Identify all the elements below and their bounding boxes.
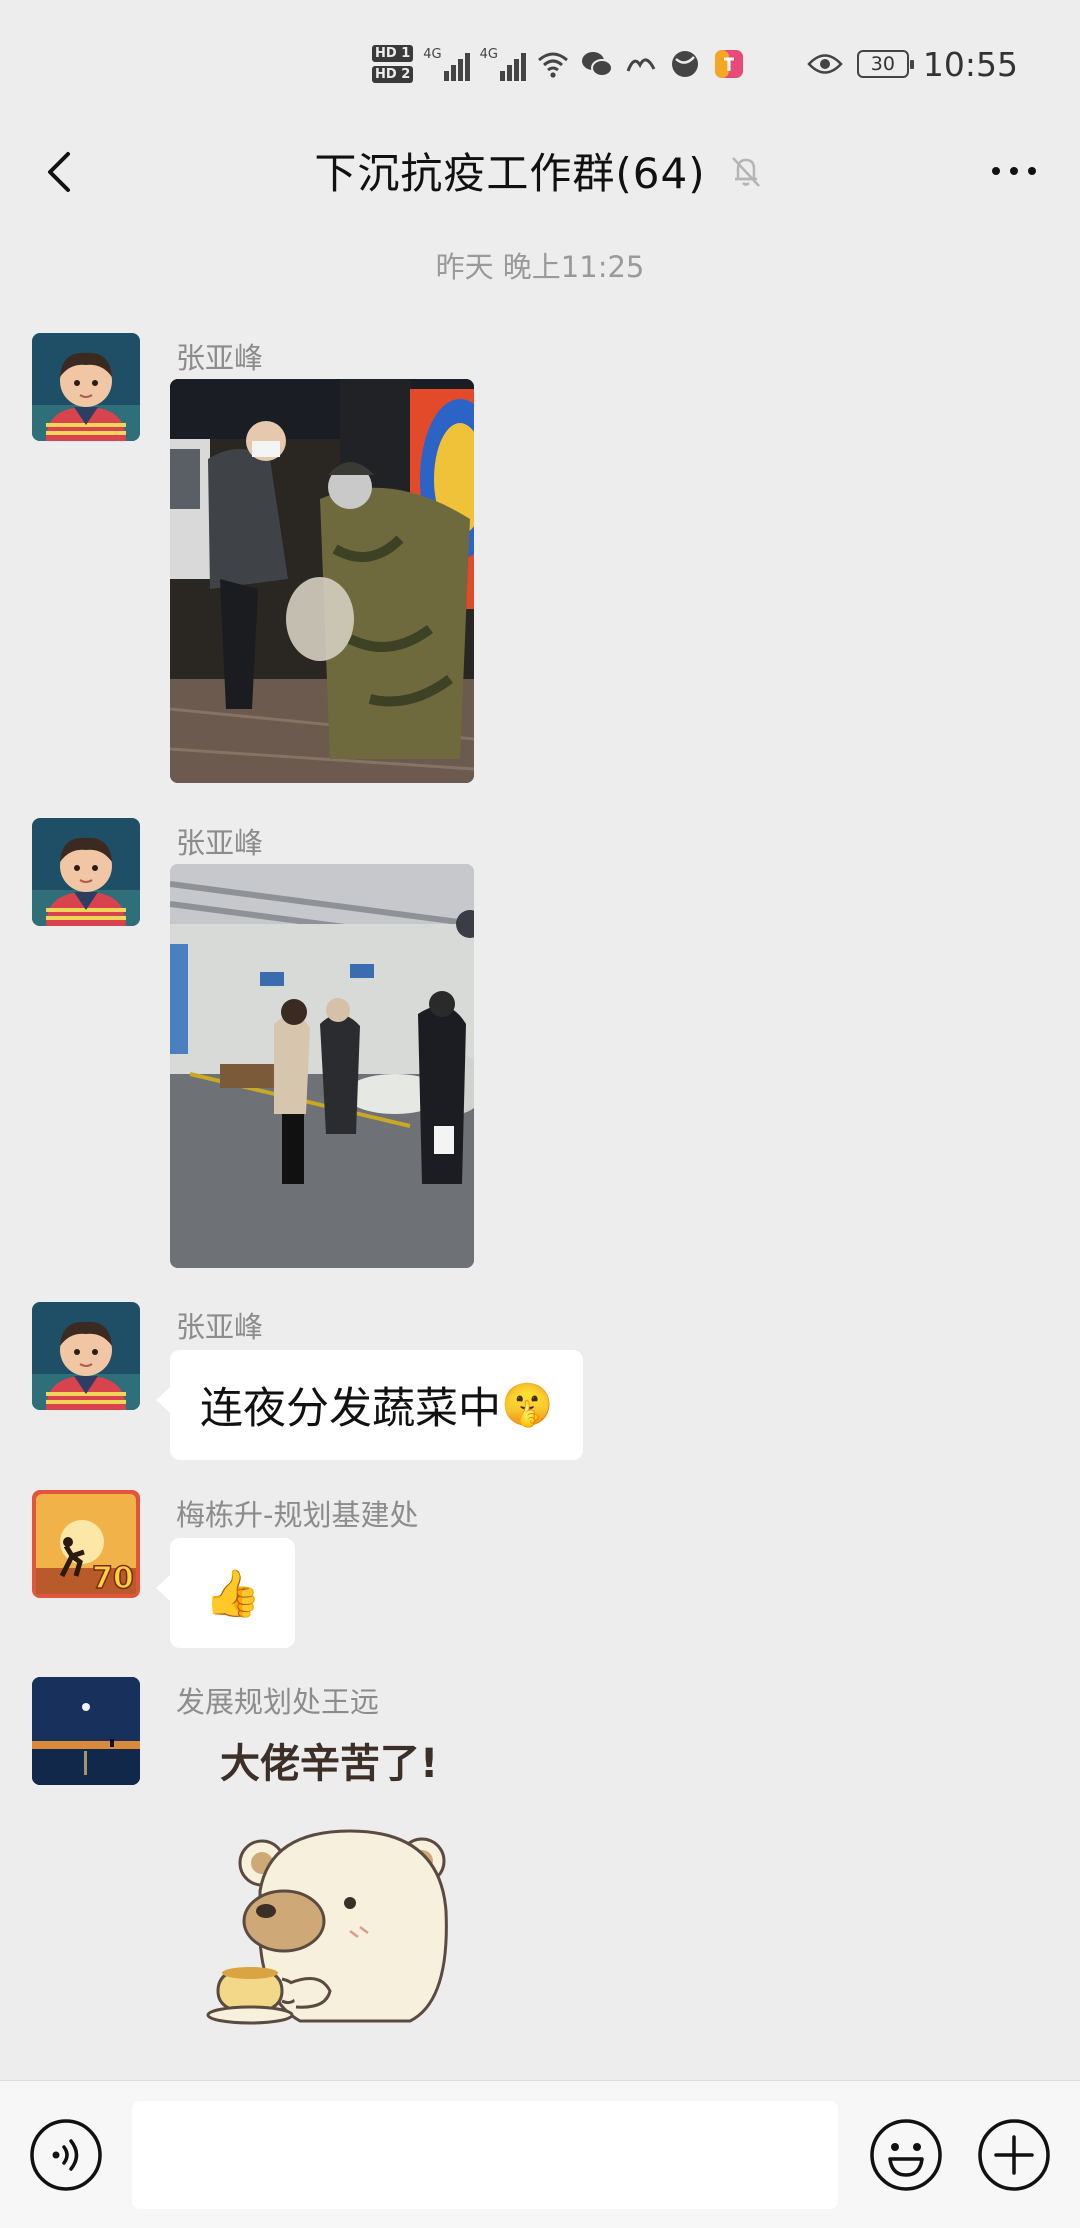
avatar[interactable]	[32, 1677, 140, 1785]
thumbs-up-icon: 👍	[204, 1565, 262, 1620]
runner-sunset-avatar-image: 70	[32, 1490, 140, 1598]
plus-icon[interactable]	[976, 2117, 1052, 2193]
hd2-badge: HD 2	[372, 66, 414, 83]
text-bubble[interactable]: 连夜分发蔬菜中 🤫	[155, 1350, 584, 1460]
child-avatar-image	[32, 818, 140, 926]
child-avatar-image	[32, 333, 140, 441]
message-text: 连夜分发蔬菜中	[200, 1384, 501, 1434]
sender-name: 发展规划处王远	[176, 1685, 380, 1719]
status-time: 10:55	[922, 44, 1018, 84]
message-item: 张亚峰	[0, 333, 1080, 793]
sender-name: 张亚峰	[176, 826, 264, 860]
emoji-icon[interactable]	[868, 2117, 944, 2193]
thumbs-up-bubble[interactable]: 👍	[155, 1538, 296, 1648]
svg-text:70: 70	[92, 1561, 134, 1596]
bear-tea-sticker[interactable]: 大佬辛苦了!	[200, 1721, 500, 2031]
bear-sticker-image: 大佬辛苦了!	[206, 1741, 448, 2025]
wifi-icon	[537, 52, 568, 78]
avatar[interactable]	[32, 818, 140, 926]
sender-name: 张亚峰	[176, 1310, 264, 1344]
status-right: 30 10:55	[807, 34, 1018, 94]
sender-name: 张亚峰	[176, 341, 264, 375]
status-bar: HD 1 HD 2 4G 4G 30 10:55	[0, 0, 1080, 126]
vegetable-handover-photo	[170, 379, 474, 783]
signal-1-icon: 4G	[423, 47, 470, 81]
avatar[interactable]	[32, 1302, 140, 1410]
message-input[interactable]	[132, 2101, 838, 2209]
chat-title-wrap: 下沉抗疫工作群(64)	[0, 140, 1080, 201]
colorful-app-icon	[714, 50, 743, 78]
hd1-badge: HD 1	[372, 45, 414, 62]
hd-badges: HD 1 HD 2	[372, 45, 414, 83]
garage-distribution-photo	[170, 864, 474, 1268]
child-avatar-image	[32, 1302, 140, 1410]
net1-label: 4G	[423, 47, 442, 62]
avatar[interactable]	[32, 333, 140, 441]
eye-comfort-icon	[807, 54, 843, 74]
message-item: 张亚峰	[0, 818, 1080, 1278]
avatar[interactable]: 70	[32, 1490, 140, 1598]
chat-photo[interactable]	[170, 379, 474, 783]
study-app-icon	[626, 58, 656, 72]
emoji-shush: 🤫	[501, 1380, 554, 1429]
wechat-icon	[581, 52, 613, 77]
message-item: 张亚峰 连夜分发蔬菜中 🤫	[0, 1302, 1080, 1462]
net2-label: 4G	[479, 47, 498, 62]
more-options-icon[interactable]	[984, 146, 1044, 196]
browser-icon	[671, 51, 698, 77]
message-item: 70 梅栋升-规划基建处 👍	[0, 1490, 1080, 1650]
voice-input-icon[interactable]	[28, 2117, 104, 2193]
battery-indicator: 30	[856, 50, 914, 78]
status-left: HD 1 HD 2 4G 4G	[372, 34, 746, 94]
nav-bar: 下沉抗疫工作群(64)	[0, 126, 1080, 216]
chat-timestamp: 昨天 晚上11:25	[435, 250, 645, 284]
sender-name: 梅栋升-规划基建处	[176, 1498, 419, 1532]
chat-screen: HD 1 HD 2 4G 4G 30 10:55 下沉抗疫工作群(64) 昨天 …	[0, 0, 1080, 2228]
message-item: 发展规划处王远 大佬辛苦了!	[0, 1677, 1080, 2057]
chat-title: 下沉抗疫工作群(64)	[314, 149, 706, 198]
chat-photo[interactable]	[170, 864, 474, 1268]
input-bar	[0, 2080, 1080, 2228]
sticker-caption: 大佬辛苦了!	[220, 1741, 438, 1787]
signal-2-icon: 4G	[480, 47, 526, 81]
night-lake-avatar-image	[32, 1677, 140, 1785]
mute-bell-icon	[731, 156, 760, 187]
